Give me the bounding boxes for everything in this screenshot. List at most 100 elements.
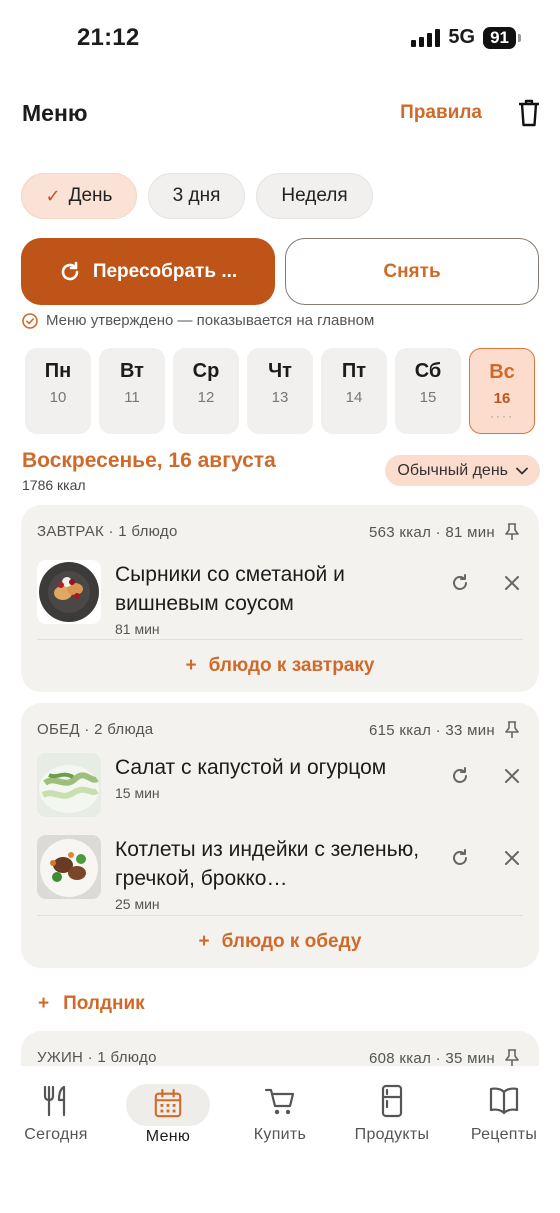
tab-recipes[interactable]: Рецепты: [466, 1084, 542, 1144]
chip-3-days[interactable]: 3 дня: [148, 173, 245, 219]
status-time: 21:12: [77, 24, 140, 51]
fork-knife-icon: [43, 1085, 66, 1117]
meal-title: ОБЕД · 2 блюда: [37, 721, 154, 738]
check-circle-icon: [22, 312, 38, 329]
tab-label: Меню: [145, 1128, 191, 1145]
dish-item[interactable]: Салат с капустой и огурцом 15 мин: [37, 753, 523, 817]
dish-time: 15 мин: [115, 785, 160, 801]
chip-label: День: [68, 185, 113, 206]
meal-header: УЖИН · 1 блюдо 608 ккал · 35 мин: [37, 1049, 519, 1067]
day-date: 13: [271, 389, 289, 406]
day-wed[interactable]: Ср 12: [173, 348, 239, 434]
tab-buy[interactable]: Купить: [248, 1084, 312, 1144]
dish-photo: [37, 835, 101, 899]
day-date: 10: [49, 389, 67, 406]
remove-label: Снять: [383, 260, 441, 282]
day-date: 12: [197, 389, 215, 406]
cart-icon: [264, 1088, 295, 1115]
tab-menu[interactable]: Меню: [126, 1084, 210, 1146]
meal-stats: 615 ккал · 33 мин: [368, 721, 495, 739]
dish-photo: [37, 753, 101, 817]
day-thu[interactable]: Чт 13: [247, 348, 313, 434]
day-mon[interactable]: Пн 10: [25, 348, 91, 434]
tab-label: Рецепты: [470, 1126, 538, 1143]
check-icon: ✓: [45, 185, 61, 206]
remove-button[interactable]: Снять: [285, 238, 539, 305]
tab-products[interactable]: Продукты: [348, 1084, 436, 1144]
remove-dish-icon[interactable]: [501, 765, 523, 787]
chip-label: 3 дня: [172, 185, 221, 206]
day-type-label: Обычный день: [397, 461, 508, 479]
day-name: Ср: [192, 360, 220, 382]
meal-card-lunch: ОБЕД · 2 блюда 615 ккал · 33 мин Салат с…: [21, 703, 539, 968]
pin-icon[interactable]: [505, 721, 519, 739]
tab-bar: Сегодня Меню Купить Продукты Рецепты: [0, 1066, 560, 1213]
remove-dish-icon[interactable]: [501, 572, 523, 594]
add-snack-label: Полдник: [63, 993, 145, 1014]
day-name: Вс: [489, 361, 515, 383]
network-type: 5G: [448, 26, 476, 48]
refresh-icon: [61, 261, 79, 280]
add-dish-label: блюдо к обеду: [221, 931, 362, 952]
period-selector: ✓ День 3 дня Неделя: [21, 173, 373, 219]
rebuild-button[interactable]: Пересобрать ...: [21, 238, 275, 305]
meal-dots: ····: [490, 409, 514, 423]
day-name: Пн: [44, 360, 72, 382]
meal-title: ЗАВТРАК · 1 блюдо: [37, 523, 178, 540]
add-dish-label: блюдо к завтраку: [208, 655, 375, 676]
day-sun[interactable]: Вс 16 ····: [469, 348, 535, 434]
divider: [37, 915, 523, 916]
signal-icon: [411, 28, 441, 47]
chip-label: Неделя: [281, 185, 348, 206]
tab-today[interactable]: Сегодня: [22, 1084, 90, 1144]
swap-dish-icon[interactable]: [449, 847, 471, 869]
plus-icon: +: [198, 931, 210, 952]
selected-date-kcal: 1786 ккал: [22, 477, 86, 493]
day-name: Вт: [120, 360, 144, 382]
pin-icon[interactable]: [505, 523, 519, 541]
rules-link[interactable]: Правила: [400, 102, 482, 124]
tab-label: Сегодня: [24, 1126, 88, 1143]
tab-label: Купить: [253, 1126, 307, 1143]
day-fri[interactable]: Пт 14: [321, 348, 387, 434]
swap-dish-icon[interactable]: [449, 765, 471, 787]
day-name: Чт: [268, 360, 292, 382]
add-snack-button[interactable]: + Полдник: [38, 993, 145, 1015]
add-dish-lunch-button[interactable]: + блюдо к обеду: [21, 931, 539, 953]
plus-icon: +: [38, 993, 50, 1014]
chip-day[interactable]: ✓ День: [21, 173, 137, 219]
dish-item[interactable]: Котлеты из индейки с зеленью, гречкой, б…: [37, 835, 523, 912]
fridge-icon: [381, 1084, 403, 1118]
day-date: 11: [124, 389, 140, 406]
battery-icon: 91: [483, 26, 521, 49]
day-sat[interactable]: Сб 15: [395, 348, 461, 434]
divider: [37, 639, 523, 640]
day-type-dropdown[interactable]: Обычный день: [385, 455, 540, 486]
plus-icon: +: [185, 655, 197, 676]
rebuild-label: Пересобрать ...: [92, 260, 238, 282]
pin-icon[interactable]: [505, 1049, 519, 1067]
meal-stats: 608 ккал · 35 мин: [368, 1049, 495, 1067]
dish-item[interactable]: Сырники со сметаной и вишневым соусом 81…: [37, 560, 523, 637]
chip-week[interactable]: Неделя: [256, 173, 373, 219]
dish-name: Салат с капустой и огурцом: [115, 756, 387, 779]
day-name: Пт: [341, 360, 367, 382]
book-icon: [489, 1087, 519, 1115]
dish-photo: [37, 560, 101, 624]
calendar-icon: [154, 1088, 182, 1118]
approved-note: Меню утверждено — показывается на главно…: [22, 312, 374, 329]
meal-title: УЖИН · 1 блюдо: [37, 1049, 157, 1066]
chevron-down-icon: [516, 467, 528, 474]
trash-icon[interactable]: [518, 99, 540, 127]
day-date: 15: [419, 389, 437, 406]
swap-dish-icon[interactable]: [449, 572, 471, 594]
selected-date-title: Воскресенье, 16 августа: [22, 449, 276, 472]
day-name: Сб: [414, 360, 442, 382]
meal-header: ОБЕД · 2 блюда 615 ккал · 33 мин: [37, 721, 519, 739]
add-dish-breakfast-button[interactable]: + блюдо к завтраку: [21, 655, 539, 677]
dish-time: 81 мин: [115, 621, 160, 637]
remove-dish-icon[interactable]: [501, 847, 523, 869]
day-tue[interactable]: Вт 11: [99, 348, 165, 434]
meal-stats: 563 ккал · 81 мин: [368, 523, 495, 541]
tab-label: Продукты: [354, 1126, 430, 1143]
